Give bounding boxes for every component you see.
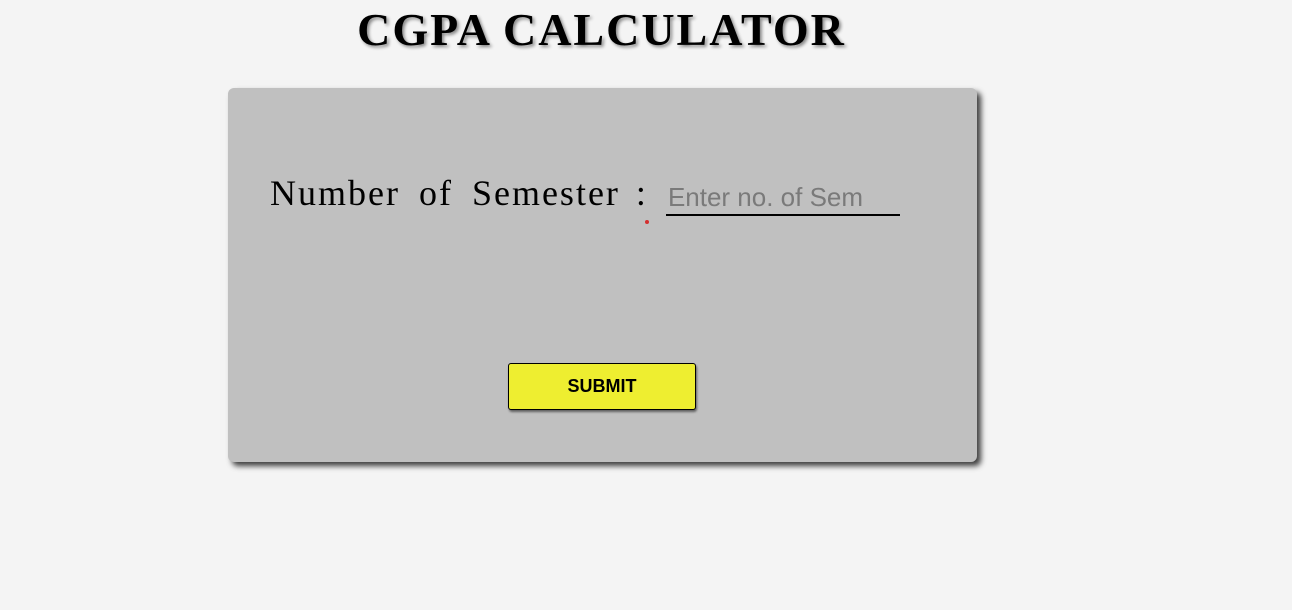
semester-count-input[interactable] [665, 180, 900, 216]
label-colon: : [635, 170, 649, 224]
marker-dot [644, 220, 649, 224]
semester-label: Number of Semester [270, 173, 620, 213]
semester-field-row: Number of Semester : [270, 170, 900, 224]
submit-button[interactable]: SUBMIT [508, 363, 696, 410]
calculator-card: Number of Semester : SUBMIT [228, 88, 977, 462]
colon-text: : [635, 173, 646, 213]
page-title: CGPA CALCULATOR [357, 4, 846, 55]
